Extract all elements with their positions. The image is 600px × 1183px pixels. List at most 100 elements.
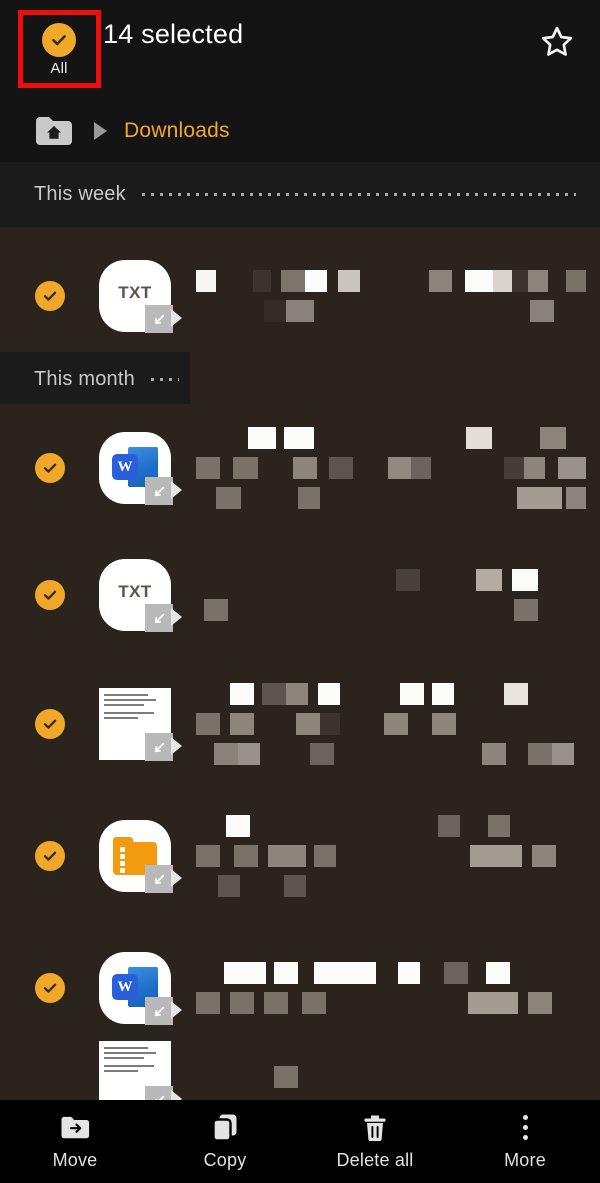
breadcrumb: Downloads: [0, 100, 600, 162]
row-checkbox[interactable]: [35, 973, 65, 1003]
breadcrumb-current[interactable]: Downloads: [124, 119, 230, 143]
row-checkbox[interactable]: [35, 580, 65, 610]
more-button[interactable]: More: [450, 1100, 600, 1183]
expand-fold-icon: [145, 477, 182, 505]
redacted-block: [238, 743, 260, 765]
home-folder-icon[interactable]: [34, 114, 74, 148]
select-all-toggle[interactable]: All: [26, 18, 92, 80]
bottom-action-toolbar: Move Copy Delete all More: [0, 1100, 600, 1183]
redacted-block: [532, 845, 556, 867]
redacted-text-line: [196, 875, 586, 897]
redacted-block: [230, 683, 254, 705]
expand-fold-icon: [145, 604, 182, 632]
redacted-text-line: [196, 713, 586, 735]
redacted-block: [410, 457, 432, 479]
check-circle-icon: [42, 22, 76, 57]
redacted-block: [268, 845, 306, 867]
file-info: [196, 815, 586, 897]
redacted-text-line: [196, 1066, 586, 1088]
file-type-icon: W: [99, 432, 182, 505]
table-row[interactable]: W: [0, 404, 600, 532]
redacted-block: [558, 457, 587, 479]
redacted-block: [274, 1066, 298, 1088]
word-file-icon: W: [99, 432, 182, 505]
document-thumbnail-icon: [99, 1041, 182, 1100]
redacted-text-line: [196, 599, 586, 621]
redacted-text-line: [196, 845, 586, 867]
delete-all-button[interactable]: Delete all: [300, 1100, 450, 1183]
word-file-icon: W: [99, 952, 182, 1025]
redacted-block: [264, 992, 288, 1014]
redacted-block: [400, 683, 424, 705]
redacted-text-line: [196, 569, 586, 591]
redacted-block: [196, 270, 217, 292]
redacted-block: [224, 962, 266, 984]
copy-label: Copy: [203, 1149, 247, 1170]
redacted-text-line: [196, 457, 587, 479]
table-row[interactable]: [0, 790, 600, 922]
redacted-block: [514, 599, 538, 621]
copy-icon: [211, 1113, 239, 1143]
redacted-block: [444, 962, 468, 984]
redacted-block: [318, 683, 340, 705]
delete-all-label: Delete all: [336, 1149, 414, 1170]
redacted-text-line: [196, 962, 586, 984]
row-checkbox[interactable]: [35, 709, 65, 739]
redacted-block: [310, 743, 334, 765]
group-label: This week: [34, 183, 126, 205]
redacted-block: [293, 457, 318, 479]
move-button[interactable]: Move: [0, 1100, 150, 1183]
redacted-text-line: [196, 743, 586, 765]
table-row[interactable]: TXT: [0, 240, 600, 352]
row-checkbox[interactable]: [35, 841, 65, 871]
file-type-icon: [99, 688, 182, 761]
redacted-block: [488, 815, 510, 837]
file-info: [196, 1066, 586, 1088]
table-row[interactable]: W: [0, 922, 600, 1054]
redacted-block: [230, 992, 254, 1014]
expand-fold-icon: [145, 733, 182, 761]
select-all-label: All: [50, 59, 68, 77]
table-row[interactable]: TXT: [0, 532, 600, 658]
redacted-block: [314, 845, 336, 867]
redacted-block: [302, 992, 326, 1014]
redacted-block: [337, 270, 360, 292]
group-divider-dots: [141, 193, 576, 196]
redacted-block: [528, 992, 552, 1014]
redacted-block: [468, 992, 518, 1014]
redacted-block: [398, 962, 420, 984]
group-divider-dots: [150, 377, 179, 381]
redacted-block: [298, 487, 321, 509]
redacted-text-line: [196, 300, 586, 322]
redacted-block: [218, 875, 240, 897]
copy-button[interactable]: Copy: [150, 1100, 300, 1183]
row-checkbox[interactable]: [35, 281, 65, 311]
redacted-block: [252, 270, 272, 292]
row-checkbox[interactable]: [35, 453, 65, 483]
redacted-block: [248, 427, 276, 449]
table-row[interactable]: [0, 1041, 600, 1100]
redacted-block: [552, 743, 574, 765]
redacted-block: [504, 683, 528, 705]
redacted-block: [296, 713, 320, 735]
redacted-block: [230, 713, 254, 735]
txt-file-extension-label: TXT: [118, 283, 152, 302]
redacted-block: [512, 569, 538, 591]
redacted-block: [530, 300, 554, 322]
redacted-block: [280, 270, 305, 292]
txt-file-icon: TXT: [99, 559, 182, 632]
file-info: [196, 427, 587, 509]
triangle-right-icon: [94, 122, 107, 140]
txt-file-icon: TXT: [99, 260, 182, 333]
redacted-block: [286, 683, 308, 705]
star-outline-icon[interactable]: [537, 22, 577, 62]
file-type-icon: TXT: [99, 559, 182, 632]
redacted-text-line: [196, 487, 586, 509]
file-list[interactable]: This week This month TXT W TXT W: [0, 162, 600, 1100]
file-type-icon: [99, 1041, 182, 1100]
trash-icon: [362, 1113, 388, 1143]
document-thumbnail-icon: [99, 688, 182, 761]
table-row[interactable]: [0, 658, 600, 790]
redacted-block: [196, 457, 221, 479]
txt-file-extension-label: TXT: [118, 582, 152, 601]
